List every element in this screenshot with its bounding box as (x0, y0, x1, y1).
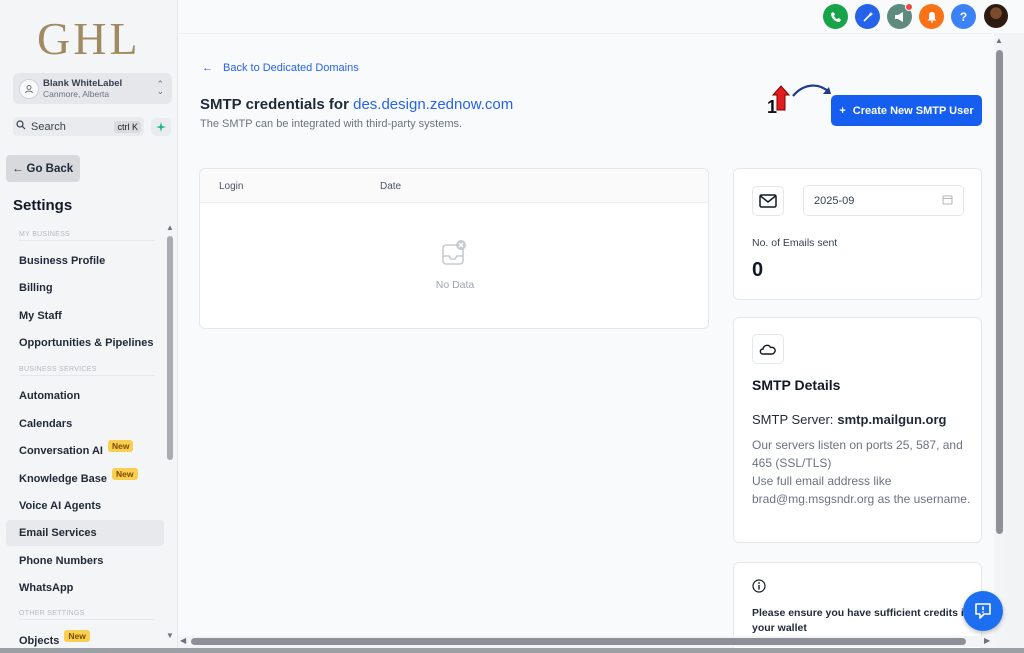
account-switcher[interactable]: Blank WhiteLabel Canmore, Alberta ⌃ ⌄ (13, 73, 172, 104)
annotation-number: 1 (767, 97, 777, 117)
month-picker[interactable]: 2025-09 (803, 185, 964, 216)
bell-icon (927, 11, 936, 23)
no-data-icon (442, 240, 466, 265)
scroll-up-arrow[interactable]: ▲ (166, 223, 174, 232)
phone-button[interactable] (823, 4, 848, 29)
column-login: Login (219, 181, 244, 192)
megaphone-icon (894, 11, 903, 22)
annotation-arrow: 1 (767, 84, 831, 117)
help-icon: ? (959, 9, 968, 24)
announcements-button[interactable] (887, 3, 913, 29)
nav-item-email-services[interactable]: Email Services (6, 520, 164, 546)
go-back-button[interactable]: ← Go Back (6, 155, 80, 182)
wallet-notice-text: Please ensure you have sufficient credit… (752, 607, 971, 634)
chevron-updown-icon: ⌃ ⌄ (156, 79, 164, 96)
nav-item-calendars[interactable]: Calendars (6, 411, 164, 437)
main-content: ← Back to Dedicated Domains SMTP credent… (178, 34, 994, 652)
back-to-dedicated-domains-link[interactable]: ← Back to Dedicated Domains (202, 62, 359, 74)
nav-item-my-staff[interactable]: My Staff (6, 303, 164, 329)
new-badge: New (112, 468, 138, 480)
create-smtp-user-button[interactable]: + Create New SMTP User (831, 95, 982, 126)
nav-item-whatsapp[interactable]: WhatsApp (6, 575, 164, 601)
logo: GHL (37, 13, 141, 64)
nav-item-business-profile[interactable]: Business Profile (6, 248, 164, 274)
main-vertical-scrollbar[interactable] (996, 50, 1003, 534)
section-my-business: MY BUSINESS (19, 231, 154, 241)
section-other-settings: OTHER SETTINGS (19, 610, 154, 620)
scroll-right-arrow[interactable]: ▶ (984, 636, 990, 645)
sidebar: GHL Blank WhiteLabel Canmore, Alberta ⌃ ⌄… (0, 0, 178, 653)
help-button[interactable]: ? (951, 4, 976, 29)
arrow-left-icon: ← (12, 162, 24, 175)
account-name: Blank WhiteLabel (43, 77, 123, 89)
arrow-left-icon: ← (202, 62, 213, 74)
chat-icon (975, 603, 991, 619)
scroll-up-arrow[interactable]: ▲ (995, 36, 1003, 45)
go-back-label: Go Back (26, 162, 74, 175)
magic-wand-button[interactable] (855, 4, 880, 29)
search-input[interactable]: Search ctrl K (13, 117, 144, 136)
emails-sent-card: 2025-09 No. of Emails sent 0 (733, 168, 982, 300)
phone-icon (830, 11, 841, 22)
search-icon (16, 120, 26, 133)
nav-item-automation[interactable]: Automation (6, 383, 164, 409)
smtp-server-value: smtp.mailgun.org (837, 412, 947, 427)
chat-support-button[interactable] (963, 591, 1003, 631)
page-subtitle: The SMTP can be integrated with third-pa… (200, 118, 463, 130)
plus-icon: + (839, 104, 846, 117)
settings-title: Settings (13, 197, 73, 214)
column-date: Date (380, 181, 402, 192)
user-avatar[interactable] (984, 4, 1008, 28)
cloud-icon (752, 334, 784, 364)
page-title: SMTP credentials for des.design.zednow.c… (200, 96, 514, 113)
account-location: Canmore, Alberta (43, 88, 110, 99)
emails-sent-value: 0 (752, 259, 764, 281)
magic-wand-icon (862, 11, 873, 22)
scroll-left-arrow[interactable]: ◀ (180, 636, 186, 645)
notification-dot (905, 3, 913, 11)
smtp-info-text: Our servers listen on ports 25, 587, and… (752, 438, 971, 506)
ai-sparkle-button[interactable] (151, 118, 171, 136)
location-icon (19, 78, 39, 99)
no-data-text: No Data (435, 279, 475, 291)
sparkle-icon (156, 122, 166, 132)
smtp-server: SMTP Server: smtp.mailgun.org (752, 412, 947, 427)
nav-item-conversation-ai[interactable]: Conversation AI New (6, 438, 164, 464)
nav-item-phone-numbers[interactable]: Phone Numbers (6, 548, 164, 574)
smtp-users-table: Login Date No Data (199, 168, 709, 329)
smtp-details-card: SMTP Details SMTP Server: smtp.mailgun.or… (733, 317, 982, 543)
new-badge: New (64, 630, 90, 642)
mail-icon (752, 186, 784, 216)
section-business-services: BUSINESS SERVICES (19, 366, 154, 376)
table-header: Login Date (200, 169, 708, 203)
sidebar-scrollbar[interactable] (167, 236, 173, 460)
emails-sent-label: No. of Emails sent (752, 237, 838, 249)
nav-item-knowledge-base[interactable]: Knowledge Base New (6, 466, 164, 492)
smtp-details-title: SMTP Details (752, 377, 841, 393)
info-icon (752, 579, 766, 593)
nav-item-billing[interactable]: Billing (6, 275, 164, 301)
nav-item-voice-ai-agents[interactable]: Voice AI Agents (6, 493, 164, 519)
domain-name: des.design.zednow.com (353, 96, 514, 113)
search-shortcut: ctrl K (114, 120, 141, 133)
window-frame-bottom (0, 648, 1024, 653)
nav-item-opportunities-pipelines[interactable]: Opportunities & Pipelines (6, 330, 164, 356)
calendar-icon (942, 195, 953, 205)
notifications-button[interactable] (919, 4, 944, 29)
scroll-down-arrow[interactable]: ▼ (166, 631, 174, 640)
new-badge: New (107, 440, 134, 452)
search-label: Search (31, 120, 66, 133)
main-horizontal-scrollbar[interactable] (191, 638, 966, 645)
